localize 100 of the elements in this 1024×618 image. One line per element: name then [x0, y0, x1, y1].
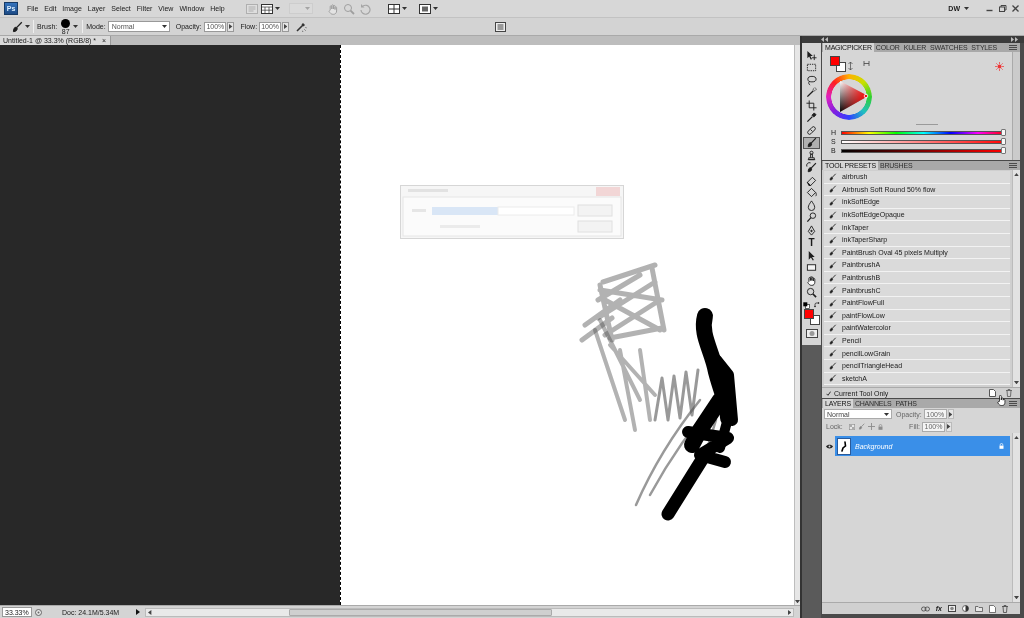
- tool-button[interactable]: [803, 136, 820, 149]
- default-colors-icon[interactable]: [803, 301, 810, 309]
- vertical-scrollbar[interactable]: [794, 45, 800, 605]
- horizontal-scrollbar[interactable]: [145, 607, 794, 617]
- caret-icon: [161, 25, 167, 28]
- new-layer-icon[interactable]: [989, 604, 996, 613]
- caret-icon[interactable]: [274, 7, 280, 10]
- wand-icon: [806, 87, 817, 99]
- color-slider[interactable]: [841, 147, 1006, 154]
- trash-icon[interactable]: [1006, 389, 1012, 397]
- panel-menu-icon[interactable]: [1009, 163, 1017, 168]
- pointer-arrow-icon: [806, 249, 817, 261]
- hand-icon: [806, 274, 817, 286]
- h-shape-icon[interactable]: [863, 61, 870, 66]
- caret-icon[interactable]: [401, 7, 407, 10]
- triangle-right-icon[interactable]: [947, 424, 951, 429]
- chain-link-icon[interactable]: [920, 605, 930, 612]
- brush-icon: [828, 349, 837, 358]
- mask-icon[interactable]: [948, 605, 956, 612]
- new-preset-icon[interactable]: [989, 389, 996, 397]
- caret-icon[interactable]: [73, 25, 79, 28]
- tool-button[interactable]: [803, 99, 820, 112]
- stamp-icon: [806, 149, 817, 161]
- foreground-color-swatch[interactable]: [804, 309, 814, 319]
- scrollbar-thumb[interactable]: [288, 608, 552, 616]
- lasso-icon: [806, 74, 817, 86]
- eyedropper-icon: [806, 112, 817, 124]
- status-menu-button[interactable]: [135, 607, 142, 617]
- history-brush-icon: [806, 162, 817, 174]
- brush-icon: [828, 235, 837, 244]
- restore-icon[interactable]: [998, 4, 1007, 13]
- brush-icon[interactable]: [10, 20, 24, 33]
- color-slider[interactable]: [841, 138, 1006, 145]
- scroll-down-icon[interactable]: [1014, 595, 1019, 599]
- circle-icon[interactable]: [35, 608, 42, 616]
- color-wheel[interactable]: [826, 74, 872, 120]
- panel-menu-icon[interactable]: [1009, 45, 1017, 50]
- vertical-arrows-icon[interactable]: [848, 62, 853, 70]
- brush-icon: [806, 137, 817, 149]
- hand-cursor-icon: [997, 395, 1006, 406]
- trash-icon[interactable]: [1002, 604, 1008, 613]
- quick-mask-icon[interactable]: [805, 329, 818, 338]
- double-arrow-icon[interactable]: [1011, 37, 1018, 42]
- background-color-swatch[interactable]: [810, 315, 820, 325]
- rectangle-icon: [806, 262, 817, 274]
- scroll-down-icon[interactable]: [1014, 380, 1019, 384]
- caret-icon: [304, 7, 310, 10]
- panel-menu-icon[interactable]: [1009, 401, 1017, 406]
- half-circle-icon[interactable]: [962, 605, 969, 612]
- eye-icon[interactable]: [826, 443, 833, 449]
- layer-thumbnail: [837, 437, 851, 455]
- slider-thumb[interactable]: [1001, 129, 1006, 136]
- screen-frame-icon[interactable]: [417, 2, 432, 15]
- opacity-slider-button[interactable]: [227, 21, 235, 32]
- vertical-scrollbar[interactable]: [1012, 433, 1020, 602]
- sun-icon[interactable]: [995, 62, 1004, 71]
- fill-slider-button[interactable]: [946, 421, 952, 432]
- bucket-icon: [806, 187, 817, 199]
- brush-icon: [828, 374, 837, 383]
- triangle-right-icon[interactable]: [283, 24, 288, 29]
- brush-icon: [828, 273, 837, 282]
- folder-icon[interactable]: [975, 605, 983, 612]
- brush-icon: [828, 361, 837, 370]
- checker-square-icon[interactable]: [848, 423, 855, 430]
- triangle-right-icon[interactable]: [229, 24, 233, 29]
- foreground-color-swatch[interactable]: [830, 56, 840, 66]
- slider-thumb[interactable]: [1001, 138, 1006, 145]
- tile-grid-icon[interactable]: [386, 2, 401, 15]
- panel-toggle-icon[interactable]: [495, 21, 507, 32]
- background-color-swatch[interactable]: [836, 62, 846, 72]
- check-icon[interactable]: [826, 390, 831, 396]
- tool-button[interactable]: [803, 186, 820, 199]
- scroll-up-icon[interactable]: [1014, 173, 1019, 177]
- brush-icon: [828, 185, 837, 194]
- scroll-up-icon[interactable]: [1014, 436, 1019, 440]
- zoom-icon: [806, 287, 817, 299]
- dashed-rectangle-icon: [806, 62, 817, 74]
- dodge-icon: [806, 212, 817, 224]
- slider-thumb[interactable]: [1001, 147, 1006, 154]
- brush-icon: [828, 198, 837, 206]
- scroll-right-icon[interactable]: [787, 609, 791, 615]
- caret-icon[interactable]: [432, 7, 438, 10]
- brush-icon: [828, 172, 837, 181]
- swap-icon[interactable]: [814, 302, 820, 308]
- vertical-scrollbar[interactable]: [1012, 170, 1020, 387]
- close-icon[interactable]: [1011, 4, 1020, 13]
- move-arrow-icon: [806, 49, 817, 61]
- brush-icon: [828, 248, 837, 257]
- brush-icon: [828, 336, 837, 345]
- color-slider[interactable]: [841, 129, 1006, 136]
- caret-icon[interactable]: [25, 25, 30, 28]
- scroll-down-icon[interactable]: [795, 599, 800, 603]
- brush-tip-icon[interactable]: [61, 18, 71, 28]
- flow-slider-button[interactable]: [282, 21, 290, 32]
- grid-window-icon[interactable]: [259, 2, 274, 15]
- airbrush-icon[interactable]: [295, 20, 308, 33]
- scroll-left-icon[interactable]: [148, 609, 152, 615]
- brush-icon: [828, 223, 837, 232]
- double-arrow-icon[interactable]: [821, 37, 828, 42]
- tool-button[interactable]: T: [803, 236, 820, 249]
